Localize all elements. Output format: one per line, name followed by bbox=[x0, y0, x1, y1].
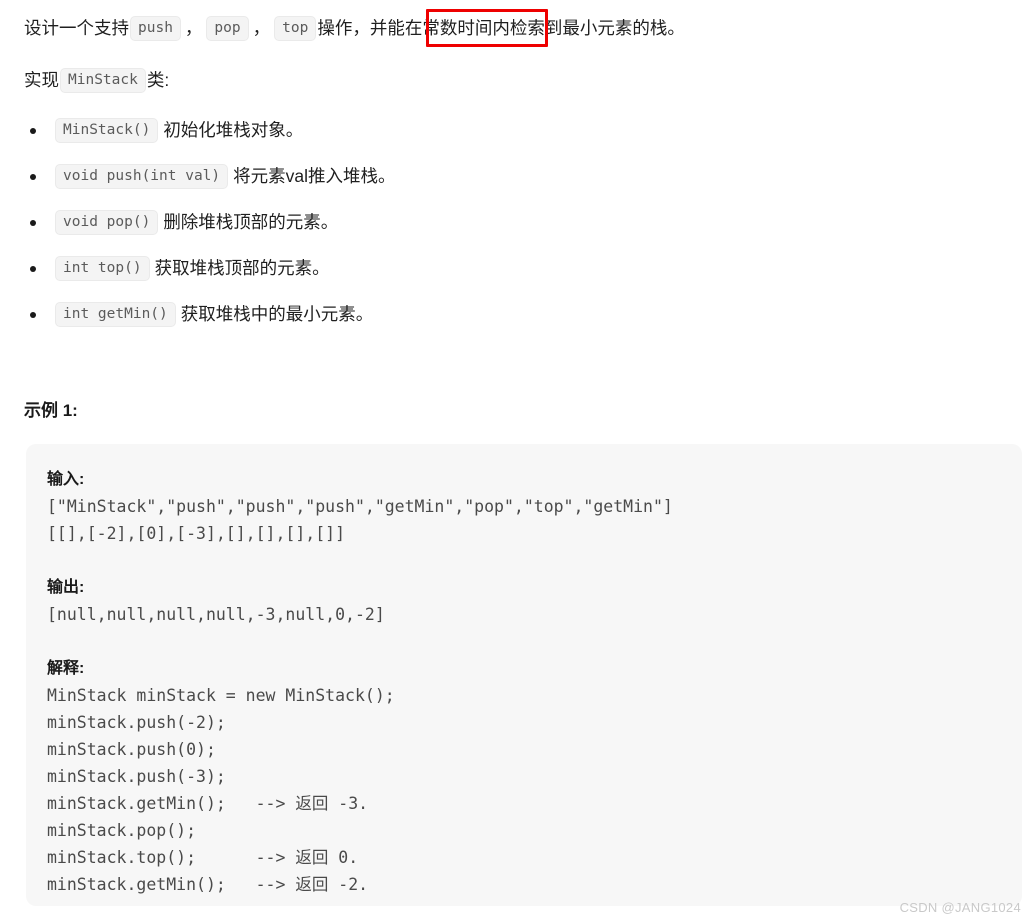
intro-text-middle: 操作，并能在 bbox=[317, 18, 423, 38]
implement-prefix: 实现 bbox=[24, 70, 59, 90]
bullet-dot-icon bbox=[30, 266, 36, 272]
intro-separator-1: ， bbox=[184, 18, 203, 38]
intro-text-tail: 索到最小元素的栈。 bbox=[527, 18, 685, 38]
intro-text-before: 设计一个支持 bbox=[24, 18, 129, 38]
list-item: MinStack() 初始化堆栈对象。 bbox=[24, 113, 396, 147]
example-heading: 示例 1: bbox=[24, 401, 78, 420]
list-item: void pop() 删除堆栈顶部的元素。 bbox=[24, 205, 396, 239]
example-code-block: 输入: ["MinStack","push","push","push","get… bbox=[26, 444, 1022, 906]
explanation-label: 解释: bbox=[47, 660, 85, 677]
bullet-dot-icon bbox=[30, 174, 36, 180]
code-spacer bbox=[47, 628, 1022, 655]
example-code-content: 输入: ["MinStack","push","push","push","get… bbox=[47, 466, 1022, 898]
explanation-line-1: MinStack minStack = new MinStack(); bbox=[47, 686, 395, 705]
explanation-line-6: minStack.pop(); bbox=[47, 821, 197, 840]
explanation-line-7: minStack.top(); --> 返回 0. bbox=[47, 848, 359, 867]
method-signature: void push(int val) bbox=[55, 164, 229, 189]
method-description: 初始化堆栈对象。 bbox=[163, 120, 304, 140]
method-description: 获取堆栈中的最小元素。 bbox=[180, 304, 374, 324]
code-spacer bbox=[47, 547, 1022, 574]
inline-code-push: push bbox=[130, 16, 181, 41]
intro-separator-2: ， bbox=[252, 18, 271, 38]
intro-text-highlighted: 常数时间内检 bbox=[422, 18, 528, 38]
method-description: 删除堆栈顶部的元素。 bbox=[163, 212, 339, 232]
inline-code-pop: pop bbox=[206, 16, 249, 41]
implement-suffix: 类: bbox=[146, 70, 170, 90]
explanation-line-3: minStack.push(0); bbox=[47, 740, 216, 759]
explanation-line-5: minStack.getMin(); --> 返回 -3. bbox=[47, 794, 369, 813]
explanation-line-2: minStack.push(-2); bbox=[47, 713, 226, 732]
method-list: MinStack() 初始化堆栈对象。 void push(int val) 将元素… bbox=[24, 113, 396, 343]
bullet-dot-icon bbox=[30, 220, 36, 226]
list-item: int top() 获取堆栈顶部的元素。 bbox=[24, 251, 396, 285]
method-signature: int getMin() bbox=[55, 302, 176, 327]
method-signature: MinStack() bbox=[55, 118, 159, 143]
implement-paragraph: 实现 MinStack 类: bbox=[24, 67, 169, 93]
inline-code-minstack: MinStack bbox=[60, 68, 146, 93]
problem-statement-page: 设计一个支持 push， pop， top 操作，并能在常数时间内检索到最小元素的栈。 … bbox=[0, 0, 1033, 924]
input-line-1: ["MinStack","push","push","push","getMin… bbox=[47, 497, 673, 516]
output-label: 输出: bbox=[47, 579, 85, 596]
list-item: void push(int val) 将元素val推入堆栈。 bbox=[24, 159, 396, 193]
method-description: 将元素val推入堆栈。 bbox=[233, 166, 396, 186]
output-line-1: [null,null,null,null,-3,null,0,-2] bbox=[47, 605, 385, 624]
method-signature: int top() bbox=[55, 256, 150, 281]
method-signature: void pop() bbox=[55, 210, 159, 235]
method-description: 获取堆栈顶部的元素。 bbox=[154, 258, 330, 278]
input-line-2: [[],[-2],[0],[-3],[],[],[],[]] bbox=[47, 524, 346, 543]
bullet-dot-icon bbox=[30, 312, 36, 318]
bullet-dot-icon bbox=[30, 128, 36, 134]
intro-paragraph: 设计一个支持 push， pop， top 操作，并能在常数时间内检索到最小元素的栈。 bbox=[24, 15, 685, 41]
explanation-line-4: minStack.push(-3); bbox=[47, 767, 226, 786]
list-item: int getMin() 获取堆栈中的最小元素。 bbox=[24, 297, 396, 331]
explanation-line-8: minStack.getMin(); --> 返回 -2. bbox=[47, 875, 369, 894]
inline-code-top: top bbox=[274, 16, 317, 41]
watermark: CSDN @JANG1024 bbox=[899, 900, 1021, 915]
input-label: 输入: bbox=[47, 471, 85, 488]
